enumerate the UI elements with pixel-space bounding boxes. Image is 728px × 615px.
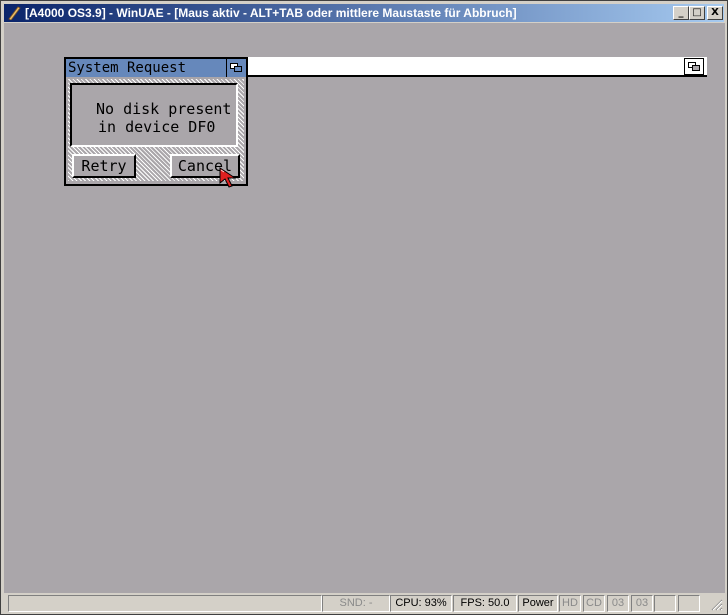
requester-message-box: No disk present in device DF0 — [70, 83, 238, 147]
requester-title[interactable]: System Request — [66, 59, 226, 77]
amiga-screen-titlebar[interactable] — [248, 57, 707, 77]
retry-button[interactable]: Retry — [72, 154, 136, 178]
message-line-2: in device DF0 — [98, 118, 216, 136]
minimize-button[interactable]: _ — [673, 6, 689, 20]
message-line-1: No disk present — [96, 100, 232, 118]
status-message — [8, 595, 322, 612]
close-icon: X — [711, 7, 719, 18]
maximize-button[interactable]: □ — [689, 6, 705, 20]
amiga-screen[interactable]: System Request No disk present in device… — [4, 23, 725, 593]
close-button[interactable]: X — [707, 6, 723, 20]
depth-arrange-icon — [230, 63, 242, 72]
depth-arrange-icon — [688, 62, 700, 71]
status-hd[interactable]: HD — [559, 595, 581, 612]
winuae-icon — [8, 6, 21, 20]
resize-grip-icon[interactable] — [709, 597, 723, 611]
amiga-mouse-pointer-icon — [219, 167, 237, 188]
screen-depth-gadget[interactable] — [684, 58, 704, 75]
status-bar: SND: - CPU: 93% FPS: 50.0 Power HD CD 03… — [4, 594, 725, 613]
minimize-icon: _ — [678, 7, 684, 18]
winuae-window: [A4000 OS3.9] - WinUAE - [Maus aktiv - A… — [0, 0, 728, 615]
window-title: [A4000 OS3.9] - WinUAE - [Maus aktiv - A… — [25, 6, 517, 20]
maximize-icon: □ — [692, 7, 702, 18]
status-power[interactable]: Power — [518, 595, 558, 612]
status-drive-3[interactable] — [654, 595, 676, 612]
status-fps[interactable]: FPS: 50.0 — [453, 595, 517, 612]
status-cpu[interactable]: CPU: 93% — [390, 595, 452, 612]
status-drive-4[interactable] — [678, 595, 700, 612]
requester-depth-gadget[interactable] — [226, 59, 246, 77]
status-sound[interactable]: SND: - — [322, 595, 390, 612]
status-cd[interactable]: CD — [583, 595, 605, 612]
status-drive-2[interactable]: 03 — [631, 595, 653, 612]
status-drive-1[interactable]: 03 — [607, 595, 629, 612]
window-titlebar[interactable]: [A4000 OS3.9] - WinUAE - [Maus aktiv - A… — [4, 4, 724, 22]
